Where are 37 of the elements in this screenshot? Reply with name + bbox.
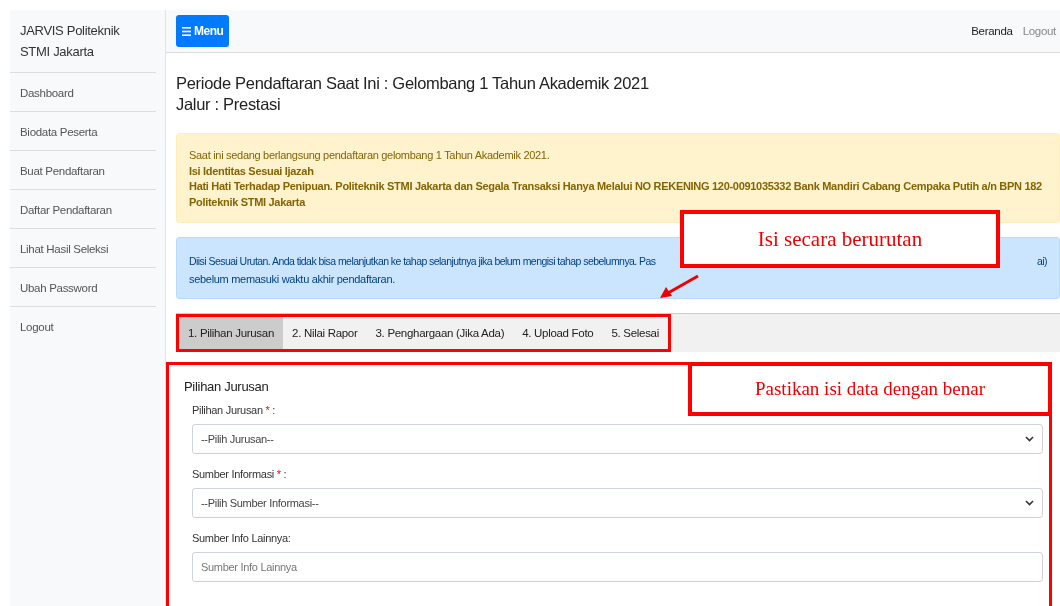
- sidebar-item[interactable]: Daftar Pendaftaran: [10, 190, 156, 229]
- alert-text: Isi Identitas Sesuai Ijazah: [189, 163, 315, 179]
- sidebar-item[interactable]: Dashboard: [10, 73, 156, 112]
- sidebar-item[interactable]: Buat Pendaftaran: [10, 151, 156, 190]
- sidebar-item[interactable]: Biodata Peserta: [10, 112, 156, 151]
- section-title: Pilihan Jurusan: [184, 379, 269, 394]
- alert-text: Saat ini sedang berlangsung pendaftaran gelombang 1 Tahun Akademik 2021.: [189, 148, 551, 163]
- field-label: Pilihan Jurusan * :: [192, 404, 276, 416]
- alert-text: ai): [1036, 254, 1047, 269]
- step-tab[interactable]: 1. Pilihan Jurusan: [179, 317, 284, 349]
- brand-title[interactable]: JARVIS Politeknik STMI Jakarta: [10, 10, 156, 73]
- step-tab[interactable]: 4. Upload Foto: [513, 317, 603, 349]
- annotation-arrow: [658, 274, 700, 300]
- nav-link[interactable]: Logout: [1022, 25, 1056, 37]
- input-field[interactable]: Sumber Info Lainnya: [192, 552, 1043, 582]
- step-tab[interactable]: 5. Selesai: [602, 317, 668, 349]
- sidebar-item[interactable]: Logout: [10, 307, 156, 345]
- menu-icon: [182, 26, 191, 36]
- menu-button[interactable]: Menu: [176, 15, 230, 47]
- step-tab[interactable]: 2. Nilai Rapor: [283, 317, 367, 349]
- dropdown[interactable]: --Pilih Sumber Informasi--: [192, 488, 1043, 518]
- alert-text: Hati Hati Terhadap Penipuan. Politeknik STMI Jakarta dan Segala Transaksi Hanya Melalui NO REKENING 120-0091035332 Bank Mandiri Cabang Cempaka Putih a/n BPN 182 Politeknik STMI Jakarta: [189, 179, 1043, 210]
- annotation-callout: Pastikan isi data dengan benar: [688, 362, 1052, 416]
- step-tab[interactable]: 3. Penghargaan (Jika Ada): [366, 317, 514, 349]
- annotation-callout: Isi secara berurutan: [680, 210, 1000, 268]
- dropdown[interactable]: --Pilih Jurusan--: [192, 424, 1043, 454]
- sidebar-item[interactable]: Lihat Hasil Seleksi: [10, 229, 156, 268]
- nav-link[interactable]: Beranda: [971, 25, 1013, 37]
- page-heading: Jalur : Prestasi: [176, 94, 282, 115]
- sidebar-item[interactable]: Ubah Password: [10, 268, 156, 307]
- alert-text: sebelum memasuki waktu akhir pendaftaran.: [189, 273, 395, 285]
- page-heading: Periode Pendaftaran Saat Ini : Gelombang 1 Tahun Akademik 2021: [176, 73, 650, 94]
- chevron-down-icon: [1025, 436, 1034, 442]
- chevron-down-icon: [1025, 500, 1034, 506]
- alert-text: Diisi Sesuai Urutan. Anda tidak bisa melanjutkan ke tahap selanjutnya jika belum mengisi tahap sebelumnya. Pas: [189, 254, 656, 269]
- field-label: Sumber Informasi * :: [192, 468, 288, 480]
- field-label: Sumber Info Lainnya:: [192, 532, 292, 544]
